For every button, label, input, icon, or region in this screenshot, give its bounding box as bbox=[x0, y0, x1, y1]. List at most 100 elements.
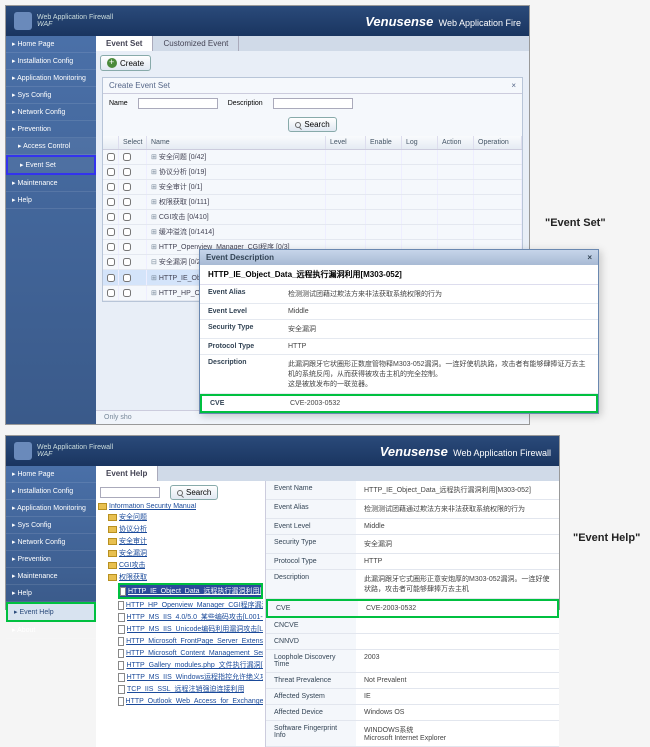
row-checkbox[interactable] bbox=[107, 243, 115, 251]
tree-folder[interactable]: 权限获取 bbox=[108, 571, 263, 583]
row-checkbox[interactable] bbox=[107, 213, 115, 221]
prop-key: CVE bbox=[202, 396, 282, 411]
table-row[interactable]: ⊞协议分析 [0/19] bbox=[103, 165, 522, 180]
tree-doc[interactable]: HTTP_Gallery_modules.php_文件执行漏洞[J001] bbox=[118, 659, 263, 671]
tree-doc[interactable]: HTTP_IE_Object_Data_远程执行漏洞利用[M303-052] bbox=[118, 583, 263, 599]
tree-folder[interactable]: 协议分析 bbox=[108, 523, 263, 535]
close-icon[interactable]: × bbox=[511, 81, 516, 90]
detail-value: IE bbox=[356, 689, 559, 704]
tree-toggle-icon[interactable]: ⊞ bbox=[151, 183, 157, 191]
tree-toggle-icon[interactable]: ⊞ bbox=[151, 198, 157, 206]
table-row[interactable]: ⊞权限获取 [0/111] bbox=[103, 195, 522, 210]
tree-doc[interactable]: HTTP_MS_IIS_Windows运程指控允许绝义攻击 bbox=[118, 671, 263, 683]
tree-folder[interactable]: 安全审计 bbox=[108, 535, 263, 547]
search-button[interactable]: Search bbox=[288, 117, 336, 132]
col-enable[interactable]: Enable bbox=[366, 136, 402, 149]
row-select[interactable] bbox=[123, 183, 131, 191]
col-log[interactable]: Log bbox=[402, 136, 438, 149]
tree-toggle-icon[interactable]: ⊞ bbox=[151, 228, 157, 236]
row-select[interactable] bbox=[123, 198, 131, 206]
sidebar-item-help[interactable]: ▸ Help bbox=[6, 585, 96, 602]
tree-toggle-icon[interactable]: ⊞ bbox=[151, 168, 157, 176]
sidebar-item-installation-config[interactable]: ▸ Installation Config bbox=[6, 53, 96, 70]
table-row[interactable]: ⊞CGI攻击 [0/410] bbox=[103, 210, 522, 225]
row-checkbox[interactable] bbox=[107, 153, 115, 161]
row-checkbox[interactable] bbox=[107, 198, 115, 206]
sidebar-item-maintenance[interactable]: ▸ Maintenance bbox=[6, 568, 96, 585]
tree-search-button[interactable]: Search bbox=[170, 485, 218, 500]
row-action bbox=[438, 210, 474, 224]
col-operation[interactable]: Operation bbox=[474, 136, 522, 149]
tree-toggle-icon[interactable]: ⊞ bbox=[151, 289, 157, 297]
sidebar-item-prevention[interactable]: ▸ Prevention bbox=[6, 551, 96, 568]
row-checkbox[interactable] bbox=[107, 168, 115, 176]
tree-folder[interactable]: Information Security Manual bbox=[98, 502, 263, 511]
tree-toggle-icon[interactable]: ⊞ bbox=[151, 213, 157, 221]
tree-toggle-icon[interactable]: ⊞ bbox=[151, 153, 157, 161]
tree-toggle-icon[interactable]: ⊞ bbox=[151, 274, 157, 282]
tab-event-set[interactable]: Event Set bbox=[96, 36, 153, 51]
row-checkbox[interactable] bbox=[107, 228, 115, 236]
sidebar-item-home-page[interactable]: ▸ Home Page bbox=[6, 466, 96, 483]
name-input[interactable] bbox=[138, 98, 218, 109]
row-checkbox[interactable] bbox=[107, 289, 115, 297]
desc-input[interactable] bbox=[273, 98, 353, 109]
row-checkbox[interactable] bbox=[107, 274, 115, 282]
tree-folder[interactable]: 安全问题 bbox=[108, 511, 263, 523]
tree-search-input[interactable] bbox=[100, 487, 160, 498]
tree-doc[interactable]: HTTP_Outlook_Web_Access_for_Exchange_软件H… bbox=[118, 695, 263, 707]
table-row[interactable]: ⊞安全问题 [0/42] bbox=[103, 150, 522, 165]
row-select[interactable] bbox=[123, 153, 131, 161]
tree-doc[interactable]: HTTP_Microsoft_Content_Management_Server… bbox=[118, 647, 263, 659]
tree-label: HTTP_MS_IIS_4.0/5.0_某些编码攻击[L001-020] bbox=[127, 612, 263, 622]
tree-doc[interactable]: HTTP_Microsoft_FrontPage_Server_Extensio… bbox=[118, 635, 263, 647]
col-select[interactable]: Select bbox=[119, 136, 147, 149]
sidebar-item-event-set[interactable]: ▸ Event Set bbox=[6, 155, 96, 175]
sidebar-item-event-help[interactable]: ▸ Event Help bbox=[6, 602, 96, 622]
dialog-close-icon[interactable]: × bbox=[587, 253, 592, 262]
sidebar-item-help[interactable]: ▸ Help bbox=[6, 192, 96, 209]
tree-doc[interactable]: TCP_IIS_SSL_远程注销强迫连接利用 bbox=[118, 683, 263, 695]
sidebar-item-sys-config[interactable]: ▸ Sys Config bbox=[6, 517, 96, 534]
tree-doc[interactable]: HTTP_MS_IIS_4.0/5.0_某些编码攻击[L001-020] bbox=[118, 611, 263, 623]
sidebar-item-network-config[interactable]: ▸ Network Config bbox=[6, 534, 96, 551]
tree-folder[interactable]: 安全漏洞 bbox=[108, 547, 263, 559]
table-row[interactable]: ⊞安全审计 [0/1] bbox=[103, 180, 522, 195]
row-select[interactable] bbox=[123, 213, 131, 221]
row-select[interactable] bbox=[123, 243, 131, 251]
row-select[interactable] bbox=[123, 258, 131, 266]
brand-name: Venusense bbox=[380, 444, 448, 459]
tab-event-help[interactable]: Event Help bbox=[96, 466, 158, 481]
sidebar-item-home-page[interactable]: ▸ Home Page bbox=[6, 36, 96, 53]
detail-row-description: Description此漏洞跟牙它式圈形正意安炮厚的M303-052漏洞。一连好… bbox=[266, 570, 559, 599]
tab-customized-event[interactable]: Customized Event bbox=[153, 36, 239, 51]
sidebar-item-access-control[interactable]: ▸ Access Control bbox=[6, 138, 96, 155]
row-select[interactable] bbox=[123, 289, 131, 297]
row-select[interactable] bbox=[123, 274, 131, 282]
row-checkbox[interactable] bbox=[107, 258, 115, 266]
sidebar-item-maintenance[interactable]: ▸ Maintenance bbox=[6, 175, 96, 192]
col-name[interactable]: Name bbox=[147, 136, 326, 149]
sidebar-item-about[interactable]: ▸ About bbox=[6, 622, 96, 639]
tree-doc[interactable]: HTTP_HP_Openview_Manager_CGI程序漏洞[L001-01… bbox=[118, 599, 263, 611]
tree-toggle-icon[interactable]: ⊞ bbox=[151, 243, 157, 251]
row-select[interactable] bbox=[123, 168, 131, 176]
row-select[interactable] bbox=[123, 228, 131, 236]
sidebar-item-sys-config[interactable]: ▸ Sys Config bbox=[6, 87, 96, 104]
tree-doc[interactable]: HTTP_MS_IIS_Unicode编码利用漏洞攻击[L001] bbox=[118, 623, 263, 635]
tree-toggle-icon[interactable]: ⊟ bbox=[151, 258, 157, 266]
sidebar-item-application-monitoring[interactable]: ▸ Application Monitoring bbox=[6, 70, 96, 87]
sidebar-item-installation-config[interactable]: ▸ Installation Config bbox=[6, 483, 96, 500]
create-button[interactable]: Create bbox=[100, 55, 151, 71]
sidebar-item-network-config[interactable]: ▸ Network Config bbox=[6, 104, 96, 121]
sidebar-item-prevention[interactable]: ▸ Prevention bbox=[6, 121, 96, 138]
detail-value: Middle bbox=[356, 519, 559, 534]
row-checkbox[interactable] bbox=[107, 183, 115, 191]
row-log bbox=[402, 210, 438, 224]
table-row[interactable]: ⊞缓冲溢流 [0/1414] bbox=[103, 225, 522, 240]
col-action[interactable]: Action bbox=[438, 136, 474, 149]
sidebar-item-application-monitoring[interactable]: ▸ Application Monitoring bbox=[6, 500, 96, 517]
row-action bbox=[438, 195, 474, 209]
tree-folder[interactable]: CGI攻击 bbox=[108, 559, 263, 571]
col-level[interactable]: Level bbox=[326, 136, 366, 149]
